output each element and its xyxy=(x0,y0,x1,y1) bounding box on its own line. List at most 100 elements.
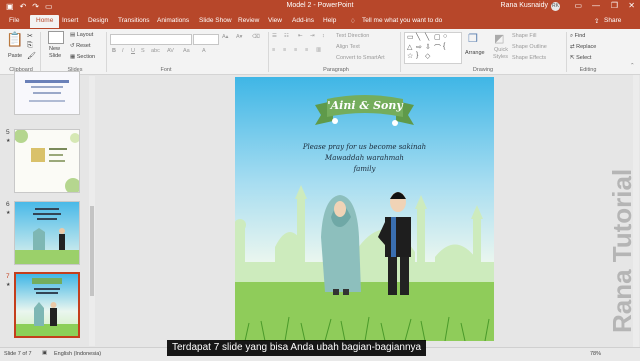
slide-counter: Slide 7 of 7 xyxy=(4,351,32,357)
prayer-line-1[interactable]: Please pray for us become sakinah xyxy=(235,143,494,151)
clear-formatting-icon[interactable]: ⌫ xyxy=(252,34,260,40)
spellcheck-icon[interactable]: ▣ xyxy=(42,350,47,356)
textbox-shape-icon[interactable]: ▭ xyxy=(407,33,414,41)
shapes-gallery[interactable]: ▭ ╲ ╲ ▢ ○ △ ⇨ ⇩ ⌒ { ☆ } ◇ xyxy=(404,32,462,64)
change-case-icon[interactable]: Aa xyxy=(183,48,190,54)
tab-insert[interactable]: Insert xyxy=(62,17,78,24)
tab-home[interactable]: Home xyxy=(30,15,60,28)
avatar[interactable]: RK xyxy=(551,2,560,11)
cut-icon[interactable]: ✂ xyxy=(27,32,33,40)
group-divider xyxy=(40,32,41,72)
font-size-field[interactable] xyxy=(193,34,219,45)
prayer-line-2[interactable]: Mawaddah warahmah xyxy=(235,154,494,162)
section-button[interactable]: ▦ Section xyxy=(70,54,95,60)
paste-icon[interactable]: 📋 xyxy=(6,31,23,48)
shape-outline-button[interactable]: Shape Outline xyxy=(512,44,547,50)
quick-styles-button-line2[interactable]: Styles xyxy=(493,54,508,60)
shape-effects-button[interactable]: Shape Effects xyxy=(512,55,546,61)
share-icon[interactable]: ⇪ xyxy=(594,17,599,25)
align-right-icon[interactable]: ≡ xyxy=(294,47,297,53)
tab-transitions[interactable]: Transitions xyxy=(118,17,150,24)
tab-design[interactable]: Design xyxy=(88,17,108,24)
brace-shape-icon[interactable]: } xyxy=(416,52,418,59)
star-shape-icon[interactable]: ☆ xyxy=(407,52,413,60)
flowchart-shape-icon[interactable]: ◇ xyxy=(425,52,430,60)
rectangle-shape-icon[interactable]: ▢ xyxy=(434,33,441,41)
language-status[interactable]: English (Indonesia) xyxy=(54,351,101,357)
align-text-button[interactable]: Align Text xyxy=(336,44,360,50)
increase-font-icon[interactable]: A▴ xyxy=(222,34,228,40)
zoom-level[interactable]: 78% xyxy=(590,351,601,357)
line-shape-icon[interactable]: ╲ xyxy=(425,33,429,41)
tab-review[interactable]: Review xyxy=(238,17,259,24)
italic-icon[interactable]: I xyxy=(122,48,124,54)
slide-thumbnail-selected[interactable] xyxy=(14,272,80,338)
character-spacing-icon[interactable]: AV xyxy=(167,48,174,54)
quick-styles-icon[interactable]: ◩ xyxy=(494,32,504,45)
justify-icon[interactable]: ≡ xyxy=(305,47,308,53)
select-button[interactable]: ⇱ Select xyxy=(570,55,591,61)
bold-icon[interactable]: B xyxy=(112,48,116,54)
tab-slide-show[interactable]: Slide Show xyxy=(199,17,232,24)
slide-thumbnail[interactable] xyxy=(14,201,80,265)
reset-button[interactable]: ↺ Reset xyxy=(70,43,91,49)
font-color-icon[interactable]: A xyxy=(202,48,206,54)
tell-me-search[interactable]: Tell me what you want to do xyxy=(362,17,442,24)
couple-names[interactable]: 'Aini & Sony xyxy=(327,99,403,112)
current-slide[interactable]: 'Aini & Sony Please pray for us become s… xyxy=(235,77,494,341)
numbering-icon[interactable]: ☷ xyxy=(284,33,289,39)
arrange-icon[interactable]: ❐ xyxy=(468,32,478,45)
columns-icon[interactable]: ▥ xyxy=(316,47,321,53)
shape-fill-button[interactable]: Shape Fill xyxy=(512,33,536,39)
copy-icon[interactable]: ⎘ xyxy=(27,42,33,50)
oval-shape-icon[interactable]: ○ xyxy=(443,33,447,40)
curve-shape-icon[interactable]: ⌒ xyxy=(434,43,441,53)
find-button[interactable]: ⌕ Find xyxy=(570,33,585,40)
share-button[interactable]: Share xyxy=(604,17,621,24)
line-spacing-icon[interactable]: ↕ xyxy=(322,33,325,39)
decrease-indent-icon[interactable]: ⇤ xyxy=(298,33,303,39)
font-name-field[interactable] xyxy=(110,34,192,45)
bullets-icon[interactable]: ☰ xyxy=(272,33,277,39)
format-painter-icon[interactable]: 🖌 xyxy=(27,52,36,60)
ribbon-display-icon[interactable]: ▭ xyxy=(574,1,582,10)
paste-button[interactable]: Paste xyxy=(8,53,22,59)
slide-thumbnail[interactable] xyxy=(14,129,80,193)
scrollbar-thumb[interactable] xyxy=(90,206,94,296)
prayer-line-3[interactable]: family xyxy=(235,165,494,173)
tab-file[interactable]: File xyxy=(9,17,19,24)
strikethrough-icon[interactable]: abc xyxy=(151,48,160,54)
transition-star-icon: ★ xyxy=(6,210,11,216)
replace-button[interactable]: ⇄ Replace xyxy=(570,44,596,50)
new-slide-button-line2[interactable]: Slide xyxy=(49,53,61,59)
align-center-icon[interactable]: ≡ xyxy=(283,47,286,53)
text-direction-button[interactable]: Text Direction xyxy=(336,33,369,39)
slide-thumbnail[interactable] xyxy=(14,71,80,115)
close-button[interactable]: ✕ xyxy=(628,1,635,10)
restore-button[interactable]: ❐ xyxy=(611,1,618,10)
layout-button[interactable]: ▤ Layout xyxy=(70,32,93,38)
increase-indent-icon[interactable]: ⇥ xyxy=(310,33,315,39)
arrow-shape-icon[interactable]: ⇨ xyxy=(416,43,422,51)
slide-editing-area[interactable]: 'Aini & Sony Please pray for us become s… xyxy=(97,75,640,347)
underline-icon[interactable]: U xyxy=(131,48,135,54)
convert-smartart-button[interactable]: Convert to SmartArt xyxy=(336,55,385,61)
tab-animations[interactable]: Animations xyxy=(157,17,189,24)
align-left-icon[interactable]: ≡ xyxy=(272,47,275,53)
bracket-shape-icon[interactable]: { xyxy=(443,43,445,50)
line-shape-icon[interactable]: ╲ xyxy=(416,33,420,41)
new-slide-button[interactable]: New xyxy=(49,46,60,52)
arrange-button[interactable]: Arrange xyxy=(465,50,485,56)
minimize-button[interactable]: — xyxy=(592,1,600,10)
arrow-shape-icon[interactable]: ⇩ xyxy=(425,43,431,51)
decrease-font-icon[interactable]: A▾ xyxy=(236,34,242,40)
shadow-icon[interactable]: S xyxy=(141,48,145,54)
user-name[interactable]: Rana Kusnaidy xyxy=(501,2,548,9)
quick-styles-button[interactable]: Quick xyxy=(494,47,508,53)
triangle-shape-icon[interactable]: △ xyxy=(407,43,412,51)
thumbnail-scrollbar[interactable] xyxy=(89,76,95,346)
tab-help[interactable]: Help xyxy=(323,17,336,24)
tab-view[interactable]: View xyxy=(268,17,282,24)
new-slide-icon[interactable] xyxy=(48,31,64,44)
tab-add-ins[interactable]: Add-ins xyxy=(292,17,314,24)
